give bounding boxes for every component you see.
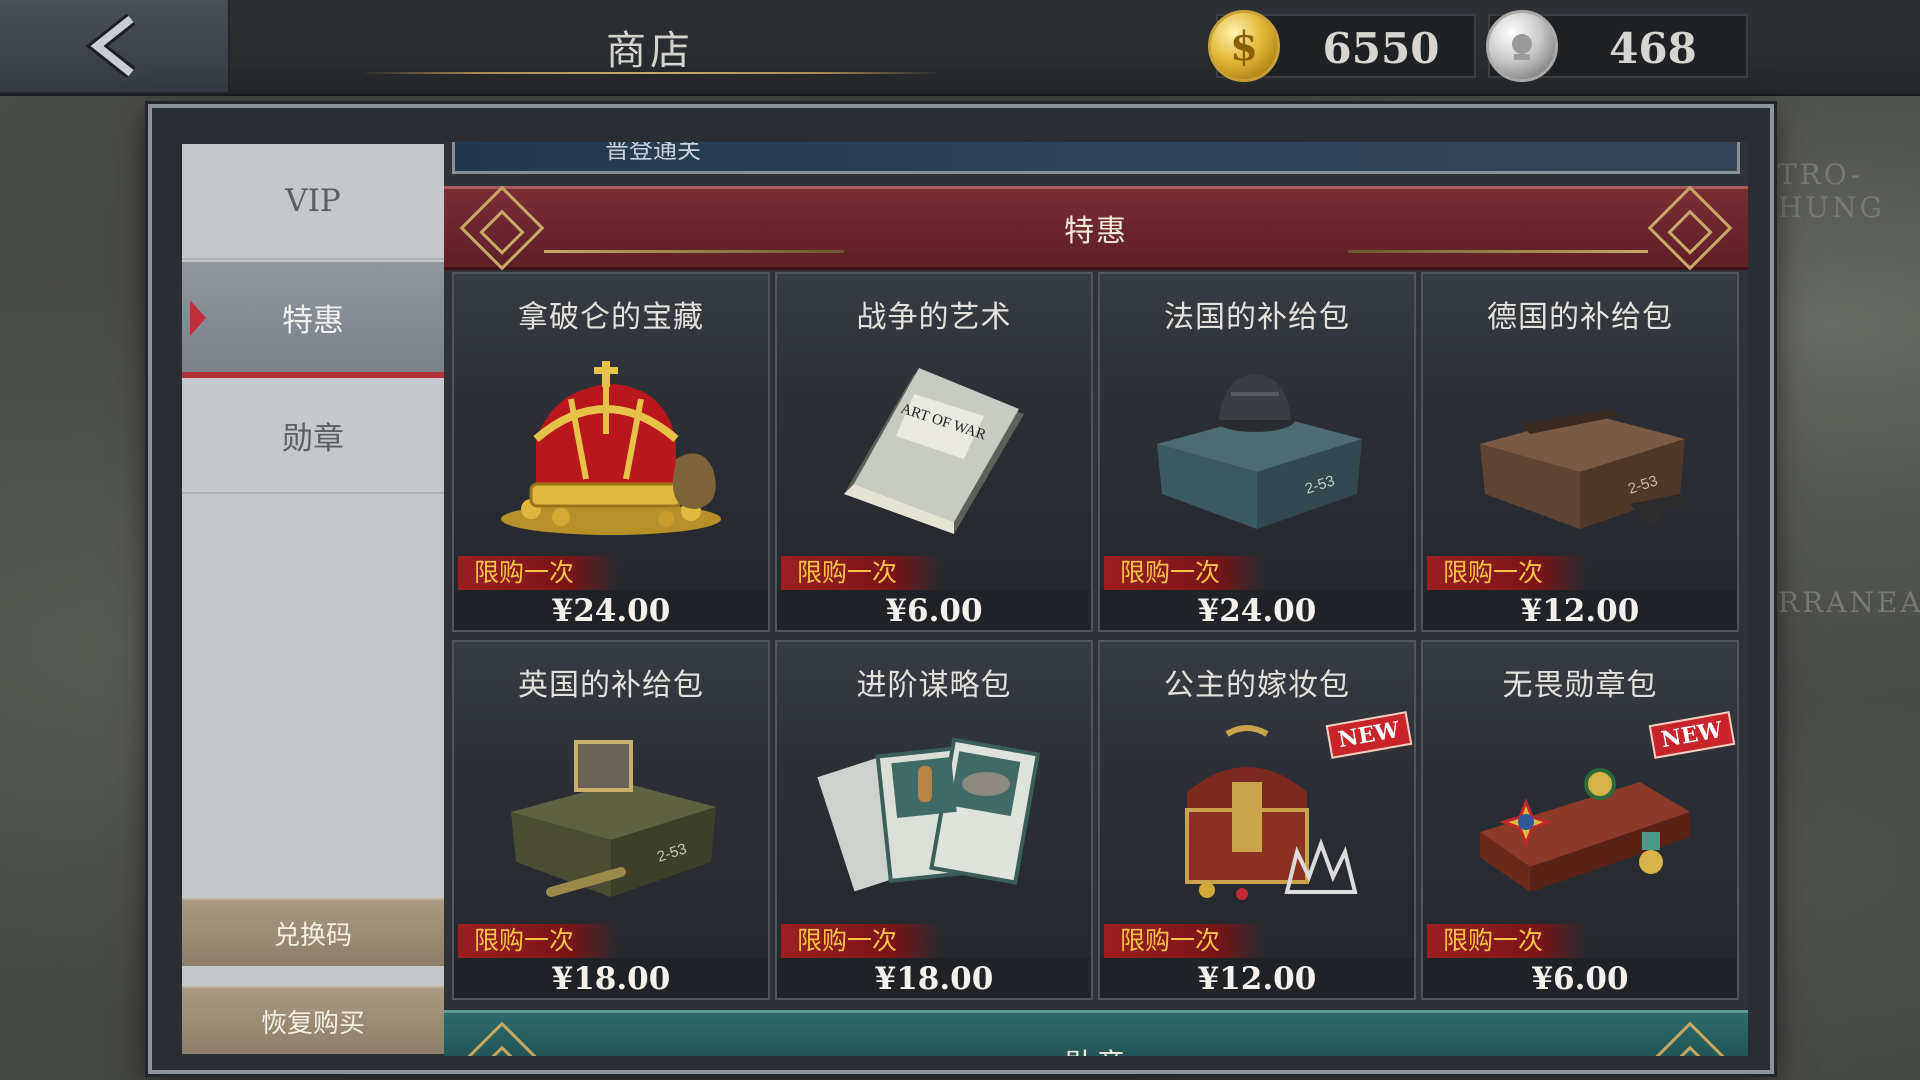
- page-title: 商店: [606, 28, 694, 74]
- offer-name: 法国的补给包: [1164, 300, 1350, 335]
- ornament-left-icon: [459, 1021, 545, 1056]
- limit-badge: 限购一次: [781, 556, 941, 590]
- price-label: ¥6.00: [777, 590, 1091, 630]
- price-label: ¥18.00: [777, 958, 1091, 998]
- dowry-chest-icon: [1130, 722, 1384, 912]
- gold-amount: 6550: [1322, 24, 1440, 73]
- restore-purchase-button[interactable]: 恢复购买: [182, 986, 444, 1054]
- active-arrow-icon: [190, 300, 206, 336]
- nav-item-label: 勋章: [282, 420, 344, 457]
- nav-item-label: 特惠: [282, 302, 344, 339]
- nav-item-special-offer[interactable]: 特惠: [182, 262, 444, 378]
- side-nav: VIP 特惠 勋章 兑换码 恢复购买: [182, 144, 444, 1054]
- limit-badge: 限购一次: [458, 924, 618, 958]
- limit-badge: 限购一次: [1427, 556, 1587, 590]
- map-label-mediterranean: RRANEAN: [1778, 586, 1920, 619]
- next-section-title: 勋章: [1064, 1040, 1128, 1057]
- offer-card-art-of-war[interactable]: 战争的艺术 ART OF WAR 限购一次 ¥6.00: [775, 272, 1093, 632]
- price-label: ¥12.00: [1423, 590, 1737, 630]
- previous-section-banner: 晋登通关: [452, 142, 1740, 174]
- offer-card-napoleon-treasure[interactable]: 拿破仑的宝藏 限购一次 ¥24.00: [452, 272, 770, 632]
- back-arrow-icon: [85, 13, 136, 79]
- art-of-war-book-icon: ART OF WAR: [807, 354, 1061, 544]
- shop-content[interactable]: 晋登通关 特惠 拿破仑的宝藏 限购一次 ¥24.00 战争的艺术 ART OF …: [444, 142, 1748, 1056]
- price-label: ¥24.00: [1100, 590, 1414, 630]
- medal-box-icon: [1453, 722, 1707, 912]
- offer-card-advanced-strategy[interactable]: 进阶谋略包 限购一次 ¥18.00: [775, 640, 1093, 1000]
- offer-name: 战争的艺术: [856, 300, 1012, 335]
- ornament-right-icon: [1647, 1021, 1733, 1056]
- medals-section-header: 勋章: [444, 1010, 1748, 1056]
- offer-name: 英国的补给包: [518, 668, 704, 703]
- ornament-line-right: [1348, 250, 1648, 253]
- nav-item-medals[interactable]: 勋章: [182, 378, 444, 494]
- offer-card-british-supply[interactable]: 英国的补给包 2-53 限购一次 ¥18.00: [452, 640, 770, 1000]
- top-bar: 商店 6550 $ 468: [0, 0, 1920, 96]
- limit-badge: 限购一次: [1104, 924, 1264, 958]
- strategy-cards-icon: [807, 722, 1061, 912]
- german-supply-crate-icon: 2-53: [1453, 354, 1707, 544]
- british-supply-crate-icon: 2-53: [484, 722, 738, 912]
- offer-name: 德国的补给包: [1487, 300, 1673, 335]
- back-button[interactable]: [0, 0, 230, 92]
- nav-item-label: VIP: [285, 183, 341, 219]
- price-label: ¥24.00: [454, 590, 768, 630]
- redeem-code-button[interactable]: 兑换码: [182, 898, 444, 966]
- limit-badge: 限购一次: [1427, 924, 1587, 958]
- ornament-line-left: [544, 250, 844, 253]
- limit-badge: 限购一次: [458, 556, 618, 590]
- price-label: ¥12.00: [1100, 958, 1414, 998]
- limit-badge: 限购一次: [1104, 556, 1264, 590]
- gold-coin-icon: $: [1208, 10, 1280, 82]
- shop-panel: VIP 特惠 勋章 兑换码 恢复购买 晋登通关 特惠 拿破仑的宝藏 限购一次 ¥…: [148, 104, 1774, 1074]
- french-supply-crate-icon: 2-53: [1130, 354, 1384, 544]
- nav-item-vip[interactable]: VIP: [182, 144, 444, 260]
- section-title: 特惠: [1064, 214, 1128, 249]
- offer-card-french-supply[interactable]: 法国的补给包 2-53 限购一次 ¥24.00: [1098, 272, 1416, 632]
- map-label-austro-hungary: TRO-HUNG: [1778, 158, 1885, 224]
- price-label: ¥18.00: [454, 958, 768, 998]
- offer-card-princess-dowry[interactable]: 公主的嫁妆包 NEW 限购一次 ¥12.00: [1098, 640, 1416, 1000]
- offer-grid: 拿破仑的宝藏 限购一次 ¥24.00 战争的艺术 ART OF WAR 限购一次…: [452, 272, 1740, 1002]
- offer-name: 公主的嫁妆包: [1164, 668, 1350, 703]
- title-underline: [360, 72, 940, 74]
- price-label: ¥6.00: [1423, 958, 1737, 998]
- crown-treasure-icon: [484, 354, 738, 544]
- ornament-left-icon: [459, 185, 545, 271]
- offer-card-german-supply[interactable]: 德国的补给包 2-53 限购一次 ¥12.00: [1421, 272, 1739, 632]
- offer-name: 进阶谋略包: [856, 668, 1012, 703]
- offer-card-fearless-medal[interactable]: 无畏勋章包 NEW 限购一次 ¥6.00: [1421, 640, 1739, 1000]
- limit-badge: 限购一次: [781, 924, 941, 958]
- offer-name: 无畏勋章包: [1502, 668, 1658, 703]
- special-offer-header: 特惠: [444, 185, 1748, 271]
- silver-amount: 468: [1609, 24, 1697, 73]
- ornament-right-icon: [1647, 185, 1733, 271]
- offer-name: 拿破仑的宝藏: [518, 300, 704, 335]
- silver-medal-coin-icon: [1486, 10, 1558, 82]
